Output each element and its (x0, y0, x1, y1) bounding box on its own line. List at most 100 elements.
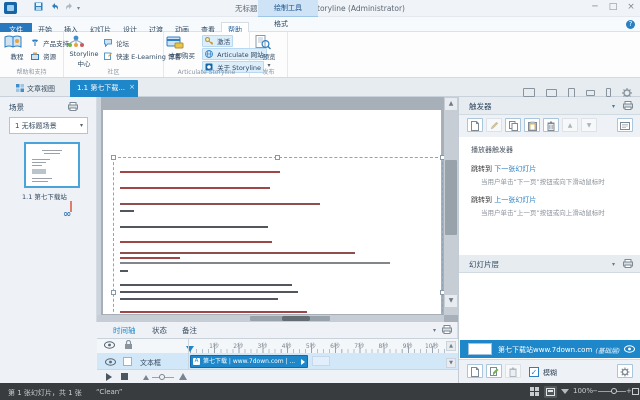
panel-menu-icon[interactable]: ▾ (612, 261, 615, 268)
panel-print-icon[interactable] (623, 101, 633, 110)
stage-vertical-scrollbar[interactable]: ▲ ▼ (444, 97, 458, 315)
tab-close-icon[interactable]: × (129, 79, 135, 96)
slide-count-text: 第 1 张幻灯片，共 1 张 (8, 388, 82, 398)
timeline-object-row[interactable]: 文本框 A 第七下载 | www.7down.com | ... (97, 354, 458, 370)
storyline-center-button[interactable]: Storyline 中心 (67, 35, 101, 68)
group-label-articulate: Articulate Storyline (164, 69, 249, 76)
delete-trigger-button[interactable] (543, 118, 559, 132)
tab-timeline[interactable]: 时间轴 (113, 325, 136, 336)
preview-button[interactable]: 预览 ▾ (255, 35, 283, 69)
panel-print-icon[interactable] (442, 325, 452, 334)
stage-horizontal-scrollbar[interactable] (97, 315, 444, 322)
triggers-toolbar: ▲ ▼ (459, 115, 640, 137)
new-layer-button[interactable] (467, 364, 483, 378)
device-tablet-landscape-icon[interactable] (546, 89, 557, 97)
forum-button[interactable]: 论坛 (104, 38, 129, 48)
close-button[interactable]: × (624, 2, 638, 12)
zoom-slider-knob[interactable] (611, 388, 617, 394)
eye-icon[interactable] (105, 358, 116, 366)
device-desktop-icon[interactable] (523, 88, 535, 97)
tutorials-button[interactable]: 教程 (4, 35, 30, 61)
edit-layer-button[interactable] (486, 364, 502, 378)
base-layer-row[interactable]: 第七下载站www.7down.com (基础层) (460, 340, 640, 358)
minimize-button[interactable]: ─ (588, 2, 602, 12)
ribbon-group-publish: 预览 ▾ 发布 (250, 32, 288, 77)
scrollbar-thumb[interactable] (445, 160, 457, 235)
move-trigger-down-button[interactable]: ▼ (581, 118, 597, 132)
device-tablet-portrait-icon[interactable] (568, 88, 575, 98)
zoom-in-button[interactable]: + (626, 387, 632, 395)
stop-icon[interactable] (121, 373, 128, 380)
tab-active-slide[interactable]: 1.1 第七下载... × (70, 80, 138, 97)
scene-dropdown[interactable]: 1 无标题场景 ▾ (9, 117, 88, 134)
zoom-slider-knob[interactable] (159, 374, 165, 380)
buy-now-button[interactable]: 立即购买 (166, 35, 198, 60)
funnel-icon[interactable] (561, 389, 569, 394)
trigger-item[interactable]: 跳转到 下一张幻灯片当用户单击“下一页”按钮或向下滑动鼠标时 (471, 164, 640, 186)
blur-checkbox[interactable]: ✓ (529, 367, 539, 377)
slide-thumbnail-label[interactable]: 1.1 第七下载站 (22, 191, 67, 201)
help-icon[interactable]: ? (626, 20, 635, 29)
device-phone-landscape-icon[interactable] (586, 90, 595, 96)
scroll-up-icon[interactable]: ▲ (445, 98, 457, 110)
slide-text-line (120, 298, 278, 300)
trigger-action: 跳转到 (471, 196, 494, 204)
trigger-item[interactable]: 跳转到 上一张幻灯片当用户单击“上一页”按钮或向上滑动鼠标时 (471, 195, 640, 217)
fit-to-window-icon[interactable] (632, 388, 639, 395)
device-phone-portrait-icon[interactable] (606, 88, 611, 97)
timeline-splitter-handle[interactable] (282, 316, 310, 321)
selected-text-box[interactable] (113, 157, 443, 317)
edit-trigger-button[interactable] (486, 118, 502, 132)
slide-text-line (120, 257, 180, 259)
layers-header: 幻灯片层 ▾ (459, 255, 640, 273)
slide-text-line (120, 203, 320, 205)
panel-menu-icon[interactable]: ▾ (433, 327, 436, 334)
trigger-action: 跳转到 (471, 165, 494, 173)
paste-trigger-button[interactable] (524, 118, 540, 132)
resize-handle[interactable] (111, 155, 116, 160)
timeline-bar-ghost (312, 356, 330, 366)
tab-notes[interactable]: 备注 (182, 325, 197, 336)
trigger-target-link[interactable]: 下一张幻灯片 (494, 165, 536, 173)
new-trigger-button[interactable] (467, 118, 483, 132)
zoom-in-icon[interactable] (179, 373, 187, 380)
resize-handle[interactable] (111, 290, 116, 295)
layer-settings-button[interactable] (617, 364, 633, 378)
timeline-ruler[interactable]: 1秒2秒3秒4秒5秒6秒7秒8秒9秒10秒 (97, 339, 458, 354)
trigger-target-link[interactable]: 上一张幻灯片 (494, 196, 536, 204)
move-trigger-up-button[interactable]: ▲ (562, 118, 578, 132)
zoom-out-button[interactable]: − (592, 387, 598, 395)
chevron-down-icon: ▾ (80, 118, 83, 134)
timeline-object-bar[interactable]: A 第七下载 | www.7down.com | ... (190, 355, 308, 368)
play-icon[interactable] (106, 373, 112, 381)
copy-trigger-button[interactable] (505, 118, 521, 132)
timeline-scroll-up[interactable]: ▲ (446, 341, 456, 351)
lock-checkbox[interactable] (123, 357, 132, 366)
timeline-scroll-down[interactable]: ▼ (446, 358, 456, 368)
ribbon-tab-format[interactable]: 格式 (266, 17, 296, 32)
resources-button[interactable]: 资源 (31, 51, 56, 61)
gear-icon[interactable] (622, 88, 632, 98)
slide-stage[interactable]: ▲ ▼ (97, 97, 458, 322)
tab-states[interactable]: 状态 (152, 325, 167, 336)
panel-menu-icon[interactable]: ▾ (612, 103, 615, 110)
eye-icon[interactable] (624, 345, 635, 353)
preview-magnifier-icon (255, 35, 283, 50)
scenes-print-icon[interactable] (68, 102, 78, 111)
maximize-button[interactable]: □ (606, 2, 620, 12)
activate-button[interactable]: 激活 (202, 35, 233, 47)
slide-view-icon[interactable] (544, 386, 557, 398)
panel-print-icon[interactable] (623, 259, 633, 268)
resize-handle[interactable] (275, 155, 280, 160)
tab-story-view[interactable]: 文章视图 (10, 81, 61, 97)
object-name[interactable]: 文本框 (140, 358, 161, 368)
story-view-icon[interactable] (530, 387, 539, 396)
delete-layer-button[interactable] (505, 364, 521, 378)
slide-text-line (120, 241, 272, 243)
scroll-down-icon[interactable]: ▼ (445, 295, 457, 307)
slide-thumbnail[interactable] (24, 142, 80, 188)
blur-checkbox-label: 模糊 (543, 368, 557, 378)
zoom-out-icon[interactable] (143, 375, 149, 380)
slide-text-line (120, 226, 268, 228)
trigger-wizard-button[interactable] (617, 118, 633, 132)
